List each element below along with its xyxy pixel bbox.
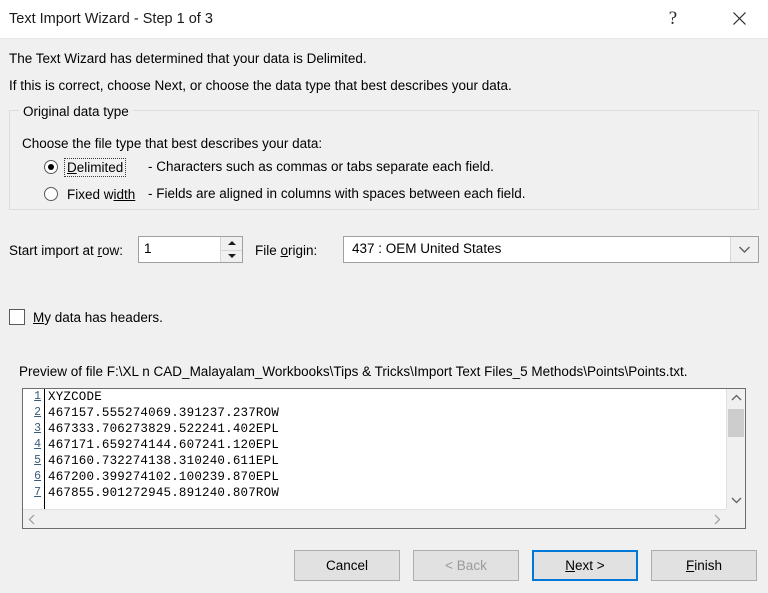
stepper-buttons (220, 237, 242, 262)
chevron-up-icon (731, 394, 741, 401)
triangle-down-icon (227, 254, 236, 259)
next-accel: N (565, 558, 576, 573)
radio-fixed-width-mark (44, 187, 58, 201)
radio-delimited-accel: D (67, 159, 77, 175)
close-icon (732, 12, 746, 25)
scroll-right-button[interactable] (708, 510, 726, 528)
help-button[interactable]: ? (650, 0, 696, 37)
preview-horizontal-scrollbar[interactable] (23, 509, 726, 528)
radio-fixed-width-prefix: Fixed w (67, 186, 114, 202)
close-button[interactable] (716, 0, 762, 37)
radio-delimited-label: Delimited (63, 157, 127, 177)
scroll-left-button[interactable] (23, 510, 41, 528)
back-button[interactable]: < Back (413, 550, 519, 581)
chevron-right-icon (714, 514, 721, 524)
finish-accel: F (685, 558, 695, 573)
preview-line-number: 6 (34, 470, 41, 483)
preview-line-number: 1 (34, 390, 41, 403)
text-import-wizard-dialog: Text Import Wizard - Step 1 of 3 ? The T… (0, 0, 768, 593)
stepper-decrement-button[interactable] (221, 249, 242, 262)
preview-line-number: 5 (34, 454, 41, 467)
intro-line-1: The Text Wizard has determined that your… (9, 51, 367, 66)
preview-vertical-scrollbar[interactable] (726, 389, 745, 509)
radio-fixed-width-label: Fixed width (65, 186, 137, 203)
preview-line-text: 467160.732274138.310240.611EPL (48, 454, 280, 468)
preview-line-text: XYZCODE (48, 390, 102, 404)
file-origin-combobox[interactable]: 437 : OEM United States (343, 236, 759, 263)
title-bar: Text Import Wizard - Step 1 of 3 ? (0, 0, 768, 39)
next-rest: ext > (575, 558, 605, 573)
radio-delimited[interactable]: Delimited (44, 157, 127, 177)
headers-rest: y data has headers. (44, 309, 163, 325)
preview-file-label: Preview of file F:\XL n CAD_Malayalam_Wo… (19, 364, 688, 379)
headers-accel: M (33, 309, 45, 325)
start-import-prefix: Start import at (9, 243, 98, 258)
question-mark-icon: ? (668, 8, 678, 29)
file-origin-dropdown-button[interactable] (730, 237, 758, 262)
start-import-stepper[interactable]: 1 (138, 236, 243, 263)
preview-line-text: 467333.706273829.522241.402EPL (48, 422, 280, 436)
file-origin-prefix: File (255, 243, 281, 258)
scrollbar-thumb-vertical[interactable] (728, 409, 744, 437)
file-origin-label: File origin: (255, 243, 317, 258)
preview-line-text: 467855.901272945.891240.807ROW (48, 486, 280, 500)
preview-line: 3 467333.706273829.522241.402EPL (23, 421, 726, 437)
next-button[interactable]: Next > (532, 550, 638, 581)
finish-button[interactable]: Finish (651, 550, 757, 581)
checkbox-box (9, 309, 25, 325)
radio-fixed-width-description: - Fields are aligned in columns with spa… (148, 186, 526, 201)
original-data-type-legend: Original data type (19, 104, 133, 119)
radio-delimited-mark (44, 160, 58, 174)
preview-line-text: 467200.399274102.100239.870EPL (48, 470, 280, 484)
preview-text-area[interactable]: 1 XYZCODE 2 467157.555274069.391237.237ROW 3… (23, 389, 726, 509)
preview-line: 5 467160.732274138.310240.611EPL (23, 453, 726, 469)
my-data-has-headers-label: My data has headers. (33, 310, 163, 325)
preview-line-number: 4 (34, 438, 41, 451)
file-origin-rest: rigin: (288, 243, 318, 258)
preview-rows: 1 XYZCODE 2 467157.555274069.391237.237ROW 3… (23, 389, 726, 501)
scroll-down-button[interactable] (727, 491, 745, 509)
file-origin-selected-value: 437 : OEM United States (352, 241, 502, 256)
my-data-has-headers-checkbox[interactable]: My data has headers. (9, 309, 163, 325)
triangle-up-icon (227, 241, 236, 246)
preview-line: 1 XYZCODE (23, 389, 726, 405)
preview-line: 2 467157.555274069.391237.237ROW (23, 405, 726, 421)
cancel-button[interactable]: Cancel (294, 550, 400, 581)
choose-file-type-label: Choose the file type that best describes… (22, 136, 323, 151)
start-import-at-row-label: Start import at row: (9, 243, 123, 258)
preview-line-text: 467157.555274069.391237.237ROW (48, 406, 280, 420)
chevron-down-icon (739, 246, 750, 253)
scrollbar-corner (726, 509, 745, 528)
radio-fixed-width[interactable]: Fixed width (44, 184, 137, 204)
start-import-value: 1 (144, 241, 152, 256)
scroll-up-button[interactable] (727, 389, 745, 407)
radio-fixed-width-rest: idth (113, 186, 136, 202)
chevron-down-icon (731, 497, 741, 504)
intro-line-2: If this is correct, choose Next, or choo… (9, 78, 512, 93)
stepper-increment-button[interactable] (221, 237, 242, 250)
preview-line: 7 467855.901272945.891240.807ROW (23, 485, 726, 501)
preview-pane[interactable]: 1 XYZCODE 2 467157.555274069.391237.237ROW 3… (22, 388, 746, 529)
preview-line: 6 467200.399274102.100239.870EPL (23, 469, 726, 485)
preview-line-number: 7 (34, 486, 41, 499)
preview-line-number: 3 (34, 422, 41, 435)
chevron-left-icon (28, 514, 35, 524)
start-import-rest: ow: (102, 243, 124, 258)
file-origin-accel: o (280, 243, 289, 258)
radio-delimited-description: - Characters such as commas or tabs sepa… (148, 159, 494, 174)
preview-line-number: 2 (34, 406, 41, 419)
preview-line: 4 467171.659274144.607241.120EPL (23, 437, 726, 453)
preview-line-text: 467171.659274144.607241.120EPL (48, 438, 280, 452)
finish-rest: inish (694, 558, 722, 573)
window-title: Text Import Wizard - Step 1 of 3 (9, 11, 213, 27)
radio-delimited-rest: elimited (76, 159, 124, 175)
